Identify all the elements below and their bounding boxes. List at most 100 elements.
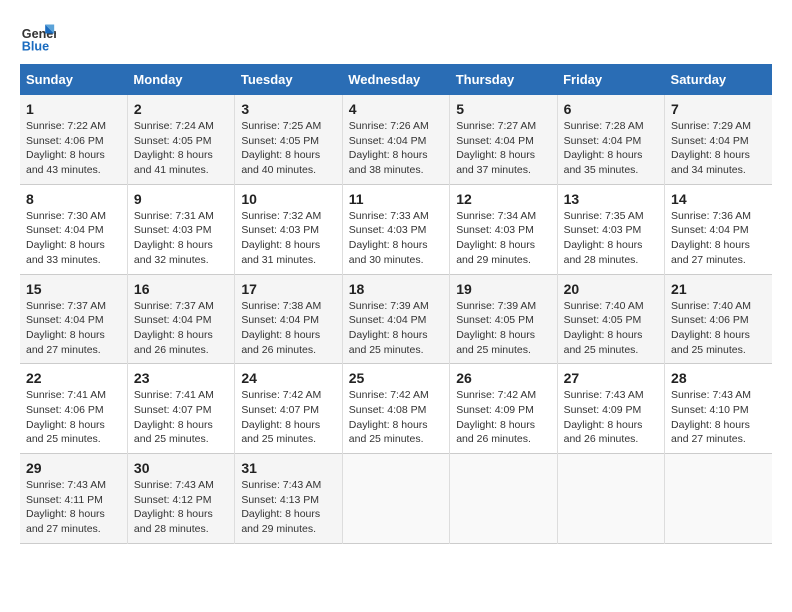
day-info: Sunrise: 7:35 AMSunset: 4:03 PMDaylight:… [564,209,658,268]
day-info: Sunrise: 7:32 AMSunset: 4:03 PMDaylight:… [241,209,335,268]
calendar-cell: 18Sunrise: 7:39 AMSunset: 4:04 PMDayligh… [342,274,449,364]
day-info: Sunrise: 7:42 AMSunset: 4:08 PMDaylight:… [349,388,443,447]
day-info: Sunrise: 7:43 AMSunset: 4:09 PMDaylight:… [564,388,658,447]
calendar-cell: 21 Sunrise: 7:40 AMSunset: 4:06 PMDayligh… [665,274,772,364]
day-info: Sunrise: 7:43 AMSunset: 4:10 PMDaylight:… [671,388,766,447]
day-number: 19 [456,281,550,297]
day-number: 17 [241,281,335,297]
day-info: Sunrise: 7:34 AMSunset: 4:03 PMDaylight:… [456,209,550,268]
day-number: 14 [671,191,766,207]
calendar-header-row: SundayMondayTuesdayWednesdayThursdayFrid… [20,64,772,95]
calendar-cell: 24 Sunrise: 7:42 AMSunset: 4:07 PMDayligh… [235,364,342,454]
day-number: 16 [134,281,228,297]
calendar-week-row: 8 Sunrise: 7:30 AMSunset: 4:04 PMDaylight… [20,184,772,274]
header-sunday: Sunday [20,64,127,95]
day-info: Sunrise: 7:22 AMSunset: 4:06 PMDaylight:… [26,119,121,178]
day-number: 30 [134,460,228,476]
day-number: 25 [349,370,443,386]
calendar-cell: 11 Sunrise: 7:33 AMSunset: 4:03 PMDayligh… [342,184,449,274]
day-info: Sunrise: 7:42 AMSunset: 4:09 PMDaylight:… [456,388,550,447]
day-number: 7 [671,101,766,117]
calendar-cell: 2 Sunrise: 7:24 AMSunset: 4:05 PMDaylight… [127,95,234,184]
calendar-cell: 4 Sunrise: 7:26 AMSunset: 4:04 PMDaylight… [342,95,449,184]
calendar-cell: 10 Sunrise: 7:32 AMSunset: 4:03 PMDayligh… [235,184,342,274]
day-number: 27 [564,370,658,386]
calendar-cell: 27 Sunrise: 7:43 AMSunset: 4:09 PMDayligh… [557,364,664,454]
logo-icon: General Blue [20,20,56,56]
calendar-week-row: 29 Sunrise: 7:43 AMSunset: 4:11 PMDayligh… [20,454,772,544]
day-info: Sunrise: 7:43 AMSunset: 4:12 PMDaylight:… [134,478,228,537]
day-info: Sunrise: 7:33 AMSunset: 4:03 PMDaylight:… [349,209,443,268]
calendar-week-row: 1 Sunrise: 7:22 AMSunset: 4:06 PMDaylight… [20,95,772,184]
day-number: 28 [671,370,766,386]
day-info: Sunrise: 7:29 AMSunset: 4:04 PMDaylight:… [671,119,766,178]
calendar-cell: 31 Sunrise: 7:43 AMSunset: 4:13 PMDayligh… [235,454,342,544]
calendar-cell: 15Sunrise: 7:37 AMSunset: 4:04 PMDayligh… [20,274,127,364]
day-number: 22 [26,370,121,386]
day-info: Sunrise: 7:43 AMSunset: 4:13 PMDaylight:… [241,478,335,537]
day-info: Sunrise: 7:37 AMSunset: 4:04 PMDaylight:… [26,299,121,358]
day-number: 31 [241,460,335,476]
calendar-cell: 6Sunrise: 7:28 AMSunset: 4:04 PMDaylight… [557,95,664,184]
calendar-cell: 5Sunrise: 7:27 AMSunset: 4:04 PMDaylight… [450,95,557,184]
day-info: Sunrise: 7:30 AMSunset: 4:04 PMDaylight:… [26,209,121,268]
day-info: Sunrise: 7:25 AMSunset: 4:05 PMDaylight:… [241,119,335,178]
day-info: Sunrise: 7:41 AMSunset: 4:07 PMDaylight:… [134,388,228,447]
calendar-week-row: 22Sunrise: 7:41 AMSunset: 4:06 PMDayligh… [20,364,772,454]
calendar-cell [665,454,772,544]
calendar-cell: 20 Sunrise: 7:40 AMSunset: 4:05 PMDayligh… [557,274,664,364]
header-thursday: Thursday [450,64,557,95]
day-info: Sunrise: 7:38 AMSunset: 4:04 PMDaylight:… [241,299,335,358]
day-number: 13 [564,191,658,207]
day-number: 29 [26,460,121,476]
day-number: 11 [349,191,443,207]
day-number: 20 [564,281,658,297]
calendar-cell: 1 Sunrise: 7:22 AMSunset: 4:06 PMDaylight… [20,95,127,184]
day-number: 21 [671,281,766,297]
svg-text:Blue: Blue [22,40,49,54]
day-info: Sunrise: 7:42 AMSunset: 4:07 PMDaylight:… [241,388,335,447]
logo: General Blue [20,20,60,56]
header-saturday: Saturday [665,64,772,95]
calendar-cell: 25 Sunrise: 7:42 AMSunset: 4:08 PMDayligh… [342,364,449,454]
calendar-cell: 30 Sunrise: 7:43 AMSunset: 4:12 PMDayligh… [127,454,234,544]
page-header: General Blue [20,20,772,56]
day-number: 1 [26,101,121,117]
calendar-cell: 3 Sunrise: 7:25 AMSunset: 4:05 PMDaylight… [235,95,342,184]
header-friday: Friday [557,64,664,95]
day-info: Sunrise: 7:24 AMSunset: 4:05 PMDaylight:… [134,119,228,178]
day-info: Sunrise: 7:40 AMSunset: 4:06 PMDaylight:… [671,299,766,358]
calendar-cell: 23Sunrise: 7:41 AMSunset: 4:07 PMDayligh… [127,364,234,454]
day-info: Sunrise: 7:39 AMSunset: 4:05 PMDaylight:… [456,299,550,358]
calendar-week-row: 15Sunrise: 7:37 AMSunset: 4:04 PMDayligh… [20,274,772,364]
day-info: Sunrise: 7:31 AMSunset: 4:03 PMDaylight:… [134,209,228,268]
day-number: 4 [349,101,443,117]
calendar-cell: 29 Sunrise: 7:43 AMSunset: 4:11 PMDayligh… [20,454,127,544]
day-number: 10 [241,191,335,207]
day-info: Sunrise: 7:37 AMSunset: 4:04 PMDaylight:… [134,299,228,358]
header-tuesday: Tuesday [235,64,342,95]
calendar-cell: 7 Sunrise: 7:29 AMSunset: 4:04 PMDaylight… [665,95,772,184]
day-number: 2 [134,101,228,117]
day-number: 9 [134,191,228,207]
calendar-cell: 19 Sunrise: 7:39 AMSunset: 4:05 PMDayligh… [450,274,557,364]
day-info: Sunrise: 7:39 AMSunset: 4:04 PMDaylight:… [349,299,443,358]
header-wednesday: Wednesday [342,64,449,95]
day-info: Sunrise: 7:28 AMSunset: 4:04 PMDaylight:… [564,119,658,178]
calendar-cell: 26Sunrise: 7:42 AMSunset: 4:09 PMDayligh… [450,364,557,454]
day-info: Sunrise: 7:43 AMSunset: 4:11 PMDaylight:… [26,478,121,537]
day-info: Sunrise: 7:26 AMSunset: 4:04 PMDaylight:… [349,119,443,178]
day-number: 24 [241,370,335,386]
calendar-cell: 17 Sunrise: 7:38 AMSunset: 4:04 PMDayligh… [235,274,342,364]
calendar-cell [557,454,664,544]
day-number: 8 [26,191,121,207]
calendar-cell: 14Sunrise: 7:36 AMSunset: 4:04 PMDayligh… [665,184,772,274]
header-monday: Monday [127,64,234,95]
calendar-cell: 28 Sunrise: 7:43 AMSunset: 4:10 PMDayligh… [665,364,772,454]
day-number: 3 [241,101,335,117]
calendar-cell: 8 Sunrise: 7:30 AMSunset: 4:04 PMDaylight… [20,184,127,274]
calendar-cell: 22Sunrise: 7:41 AMSunset: 4:06 PMDayligh… [20,364,127,454]
day-info: Sunrise: 7:40 AMSunset: 4:05 PMDaylight:… [564,299,658,358]
calendar-cell: 13 Sunrise: 7:35 AMSunset: 4:03 PMDayligh… [557,184,664,274]
day-info: Sunrise: 7:27 AMSunset: 4:04 PMDaylight:… [456,119,550,178]
